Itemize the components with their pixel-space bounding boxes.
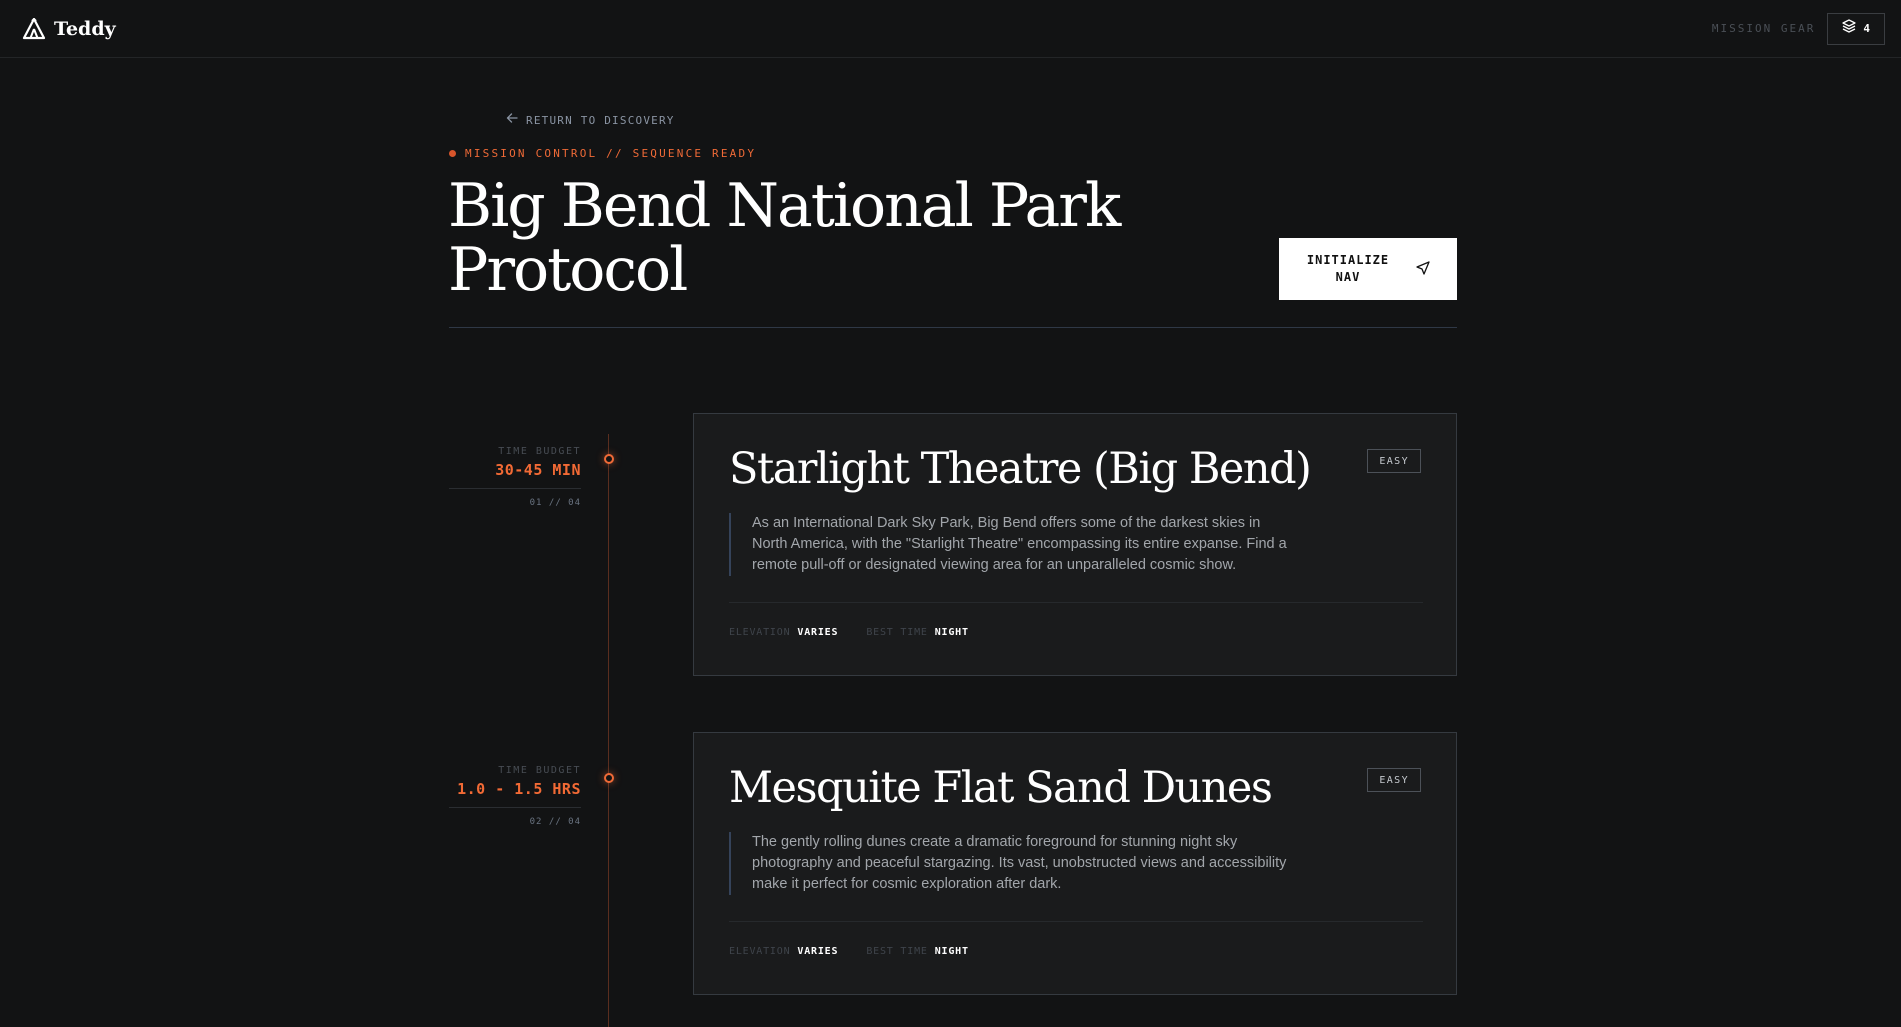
stop-title: Mesquite Flat Sand Dunes: [729, 763, 1273, 813]
best-time-stat: BEST TIME NIGHT: [866, 627, 969, 638]
elevation-value: VARIES: [797, 627, 839, 638]
best-time-label: BEST TIME: [866, 627, 928, 638]
initialize-nav-button[interactable]: INITIALIZE NAV: [1279, 238, 1457, 300]
back-link-label: RETURN TO DISCOVERY: [526, 113, 675, 127]
time-budget-value: 30-45 MIN: [495, 461, 581, 479]
return-to-discovery-link[interactable]: RETURN TO DISCOVERY: [506, 111, 675, 129]
difficulty-badge: EASY: [1367, 768, 1421, 792]
initialize-nav-label: INITIALIZE NAV: [1306, 253, 1390, 284]
brand-name: Teddy: [54, 17, 116, 40]
timeline-node: [604, 773, 614, 783]
step-counter: 01 // 04: [529, 498, 581, 508]
page-title: Big Bend National Park Protocol: [448, 171, 1121, 305]
elevation-stat: ELEVATION VARIES: [729, 946, 838, 957]
best-time-label: BEST TIME: [866, 946, 928, 957]
meta-divider: [449, 807, 581, 808]
gear-count: 4: [1863, 22, 1870, 35]
stop-description: As an International Dark Sky Park, Big B…: [729, 513, 1289, 576]
card-divider: [729, 921, 1423, 922]
stop-description: The gently rolling dunes create a dramat…: [729, 832, 1289, 895]
elevation-label: ELEVATION: [729, 946, 791, 957]
arrow-left-icon: [506, 111, 518, 129]
elevation-value: VARIES: [797, 946, 839, 957]
navigation-arrow-icon: [1416, 260, 1430, 278]
stop-card[interactable]: Starlight Theatre (Big Bend) EASY As an …: [693, 413, 1457, 676]
time-budget-value: 1.0 - 1.5 HRS: [457, 780, 581, 798]
best-time-stat: BEST TIME NIGHT: [866, 946, 969, 957]
best-time-value: NIGHT: [934, 946, 969, 957]
top-bar: Teddy MISSION GEAR 4: [0, 0, 1901, 58]
time-budget-label: TIME BUDGET: [498, 765, 581, 776]
elevation-label: ELEVATION: [729, 627, 791, 638]
stop-card[interactable]: Mesquite Flat Sand Dunes EASY The gently…: [693, 732, 1457, 995]
difficulty-badge: EASY: [1367, 449, 1421, 473]
status-text: MISSION CONTROL // SEQUENCE READY: [465, 147, 757, 160]
elevation-stat: ELEVATION VARIES: [729, 627, 838, 638]
stop-meta: TIME BUDGET 30-45 MIN 01 // 04: [449, 446, 581, 508]
status-dot: [449, 150, 456, 157]
timeline-node: [604, 454, 614, 464]
brand[interactable]: Teddy: [22, 17, 116, 40]
time-budget-label: TIME BUDGET: [498, 446, 581, 457]
stop-stats: ELEVATION VARIES BEST TIME NIGHT: [729, 946, 969, 957]
mission-gear-button[interactable]: 4: [1827, 12, 1885, 45]
timeline-line: [608, 434, 609, 1027]
best-time-value: NIGHT: [934, 627, 969, 638]
stop-stats: ELEVATION VARIES BEST TIME NIGHT: [729, 627, 969, 638]
mission-gear-label: MISSION GEAR: [1711, 22, 1816, 35]
stop-meta: TIME BUDGET 1.0 - 1.5 HRS 02 // 04: [449, 765, 581, 827]
card-divider: [729, 602, 1423, 603]
stop-title: Starlight Theatre (Big Bend): [729, 444, 1312, 494]
header-divider: [449, 327, 1457, 328]
meta-divider: [449, 488, 581, 489]
status-line: MISSION CONTROL // SEQUENCE READY: [449, 147, 756, 160]
tent-icon: [22, 17, 46, 40]
layers-icon: [1842, 19, 1857, 38]
step-counter: 02 // 04: [529, 817, 581, 827]
